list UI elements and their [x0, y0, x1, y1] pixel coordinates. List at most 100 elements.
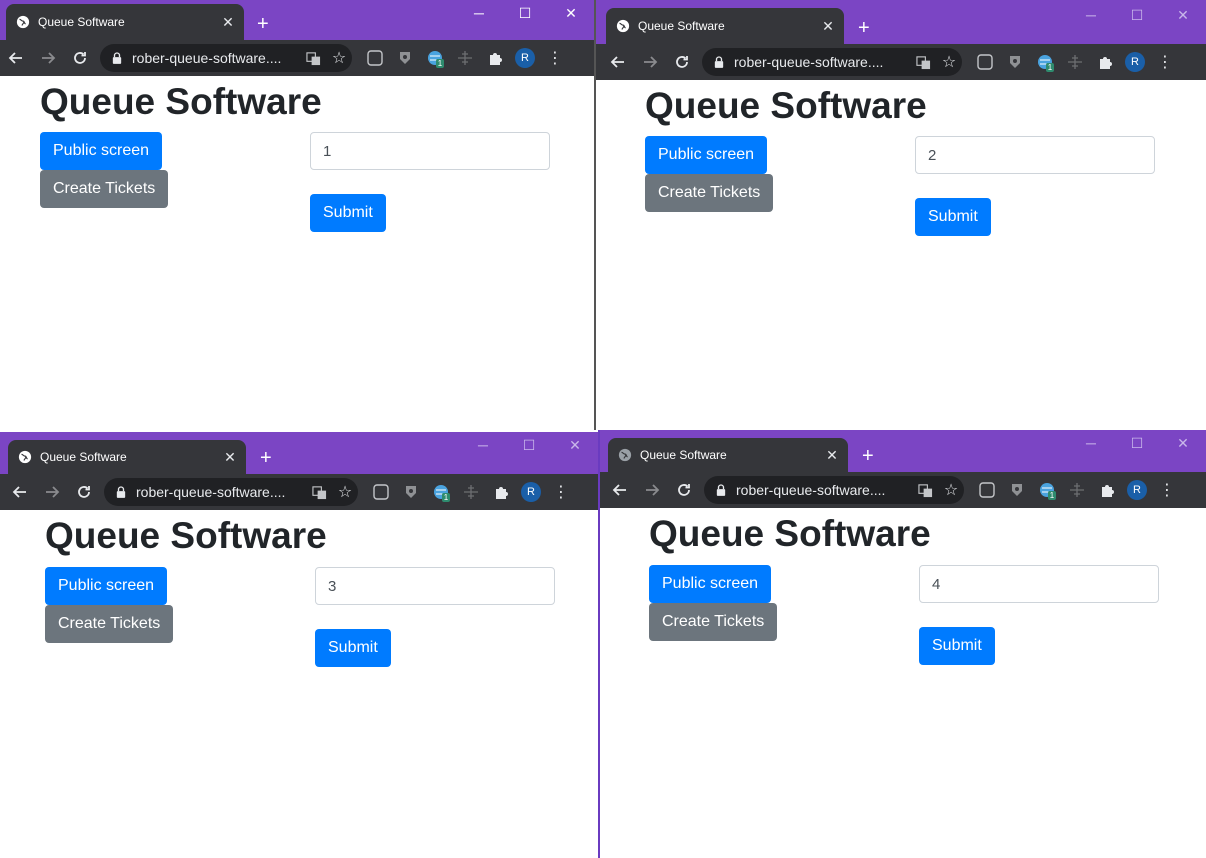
kebab-menu-icon[interactable]: ⋮ [1152, 476, 1182, 504]
arrow-right-icon[interactable] [634, 46, 666, 78]
address-bar[interactable]: rober-queue-software.... ☆ [100, 44, 352, 72]
kebab-menu-icon[interactable]: ⋮ [1150, 48, 1180, 76]
plus-icon[interactable]: + [862, 446, 874, 466]
extension-badge: 1 [1045, 62, 1055, 72]
browser-tab[interactable]: Queue Software ✕ [6, 4, 244, 40]
arrow-left-icon[interactable] [4, 476, 36, 508]
close-window-icon[interactable]: ✕ [548, 0, 594, 26]
puzzle-icon[interactable] [1092, 476, 1122, 504]
profile-avatar[interactable]: R [1122, 476, 1152, 504]
puzzle-icon[interactable] [486, 478, 516, 506]
profile-avatar[interactable]: R [516, 478, 546, 506]
shield-icon[interactable] [396, 478, 426, 506]
close-window-icon[interactable]: ✕ [1160, 2, 1206, 28]
public-screen-button[interactable]: Public screen [645, 136, 768, 174]
kebab-menu-icon[interactable]: ⋮ [540, 44, 570, 72]
submit-button[interactable]: Submit [310, 194, 386, 232]
star-icon[interactable]: ☆ [332, 482, 358, 502]
address-bar[interactable]: rober-queue-software.... ☆ [104, 478, 358, 506]
lock-icon[interactable] [714, 56, 726, 68]
dark-mode-icon[interactable] [360, 44, 390, 72]
profile-avatar[interactable]: R [1120, 48, 1150, 76]
close-icon[interactable]: ✕ [818, 18, 838, 35]
star-icon[interactable]: ☆ [936, 52, 962, 72]
public-screen-button[interactable]: Public screen [649, 565, 772, 603]
create-tickets-button[interactable]: Create Tickets [40, 170, 169, 208]
minimize-icon[interactable]: ─ [456, 0, 502, 26]
public-screen-button[interactable]: Public screen [40, 132, 163, 170]
star-icon[interactable]: ☆ [326, 48, 352, 68]
lock-icon[interactable] [112, 52, 124, 64]
submit-button[interactable]: Submit [915, 198, 991, 236]
arrow-right-icon[interactable] [36, 476, 68, 508]
globe-extension-icon[interactable]: 1 [426, 478, 456, 506]
star-icon[interactable]: ☆ [938, 480, 964, 500]
submit-button[interactable]: Submit [315, 629, 391, 667]
shield-icon[interactable] [1002, 476, 1032, 504]
plus-icon[interactable]: + [858, 18, 870, 38]
translate-icon[interactable] [910, 55, 936, 70]
public-screen-button[interactable]: Public screen [45, 567, 168, 605]
minimize-icon[interactable]: ─ [1068, 430, 1114, 456]
address-bar[interactable]: rober-queue-software.... ☆ [704, 476, 964, 504]
dark-mode-icon[interactable] [970, 48, 1000, 76]
create-tickets-button[interactable]: Create Tickets [649, 603, 778, 641]
reload-icon[interactable] [64, 42, 96, 74]
submit-button[interactable]: Submit [919, 627, 995, 665]
number-input[interactable] [915, 136, 1155, 174]
arrow-left-icon[interactable] [0, 42, 32, 74]
maximize-icon[interactable]: ☐ [1114, 2, 1160, 28]
ruler-icon[interactable] [1062, 476, 1092, 504]
profile-avatar[interactable]: R [510, 44, 540, 72]
arrow-right-icon[interactable] [636, 474, 668, 506]
create-tickets-button[interactable]: Create Tickets [645, 174, 774, 212]
number-input[interactable] [919, 565, 1159, 603]
translate-icon[interactable] [912, 483, 938, 498]
translate-icon[interactable] [306, 485, 332, 500]
number-input[interactable] [310, 132, 550, 170]
close-icon[interactable]: ✕ [220, 449, 240, 466]
globe-extension-icon[interactable]: 1 [1030, 48, 1060, 76]
browser-tab[interactable]: Queue Software ✕ [8, 440, 246, 474]
puzzle-icon[interactable] [1090, 48, 1120, 76]
arrow-left-icon[interactable] [602, 46, 634, 78]
browser-tab[interactable]: Queue Software ✕ [606, 8, 844, 44]
reload-icon[interactable] [68, 476, 100, 508]
maximize-icon[interactable]: ☐ [502, 0, 548, 26]
close-window-icon[interactable]: ✕ [1160, 430, 1206, 456]
dark-mode-icon[interactable] [972, 476, 1002, 504]
dark-mode-icon[interactable] [366, 478, 396, 506]
arrow-left-icon[interactable] [604, 474, 636, 506]
ruler-icon[interactable] [456, 478, 486, 506]
browser-tab[interactable]: Queue Software ✕ [608, 438, 848, 472]
maximize-icon[interactable]: ☐ [1114, 430, 1160, 456]
arrow-right-icon[interactable] [32, 42, 64, 74]
close-icon[interactable]: ✕ [218, 14, 238, 31]
close-window-icon[interactable]: ✕ [552, 432, 598, 458]
maximize-icon[interactable]: ☐ [506, 432, 552, 458]
plus-icon[interactable]: + [260, 448, 272, 468]
minimize-icon[interactable]: ─ [460, 432, 506, 458]
ruler-icon[interactable] [450, 44, 480, 72]
close-icon[interactable]: ✕ [822, 447, 842, 464]
plus-icon[interactable]: + [257, 14, 269, 34]
globe-extension-icon[interactable]: 1 [420, 44, 450, 72]
ruler-icon[interactable] [1060, 48, 1090, 76]
reload-icon[interactable] [668, 474, 700, 506]
globe-extension-icon[interactable]: 1 [1032, 476, 1062, 504]
lock-icon[interactable] [116, 486, 128, 498]
title-bar: Queue Software ✕ + ─ ☐ ✕ [0, 0, 594, 40]
lock-icon[interactable] [716, 484, 728, 496]
minimize-icon[interactable]: ─ [1068, 2, 1114, 28]
number-input[interactable] [315, 567, 555, 605]
address-bar[interactable]: rober-queue-software.... ☆ [702, 48, 962, 76]
create-tickets-button[interactable]: Create Tickets [45, 605, 174, 643]
shield-icon[interactable] [390, 44, 420, 72]
puzzle-icon[interactable] [480, 44, 510, 72]
page-content: Queue Software Public screen Create Tick… [596, 80, 1206, 430]
kebab-menu-icon[interactable]: ⋮ [546, 478, 576, 506]
translate-icon[interactable] [300, 51, 326, 66]
reload-icon[interactable] [666, 46, 698, 78]
shield-icon[interactable] [1000, 48, 1030, 76]
browser-toolbar: rober-queue-software.... ☆ 1 R ⋮ [0, 474, 598, 510]
